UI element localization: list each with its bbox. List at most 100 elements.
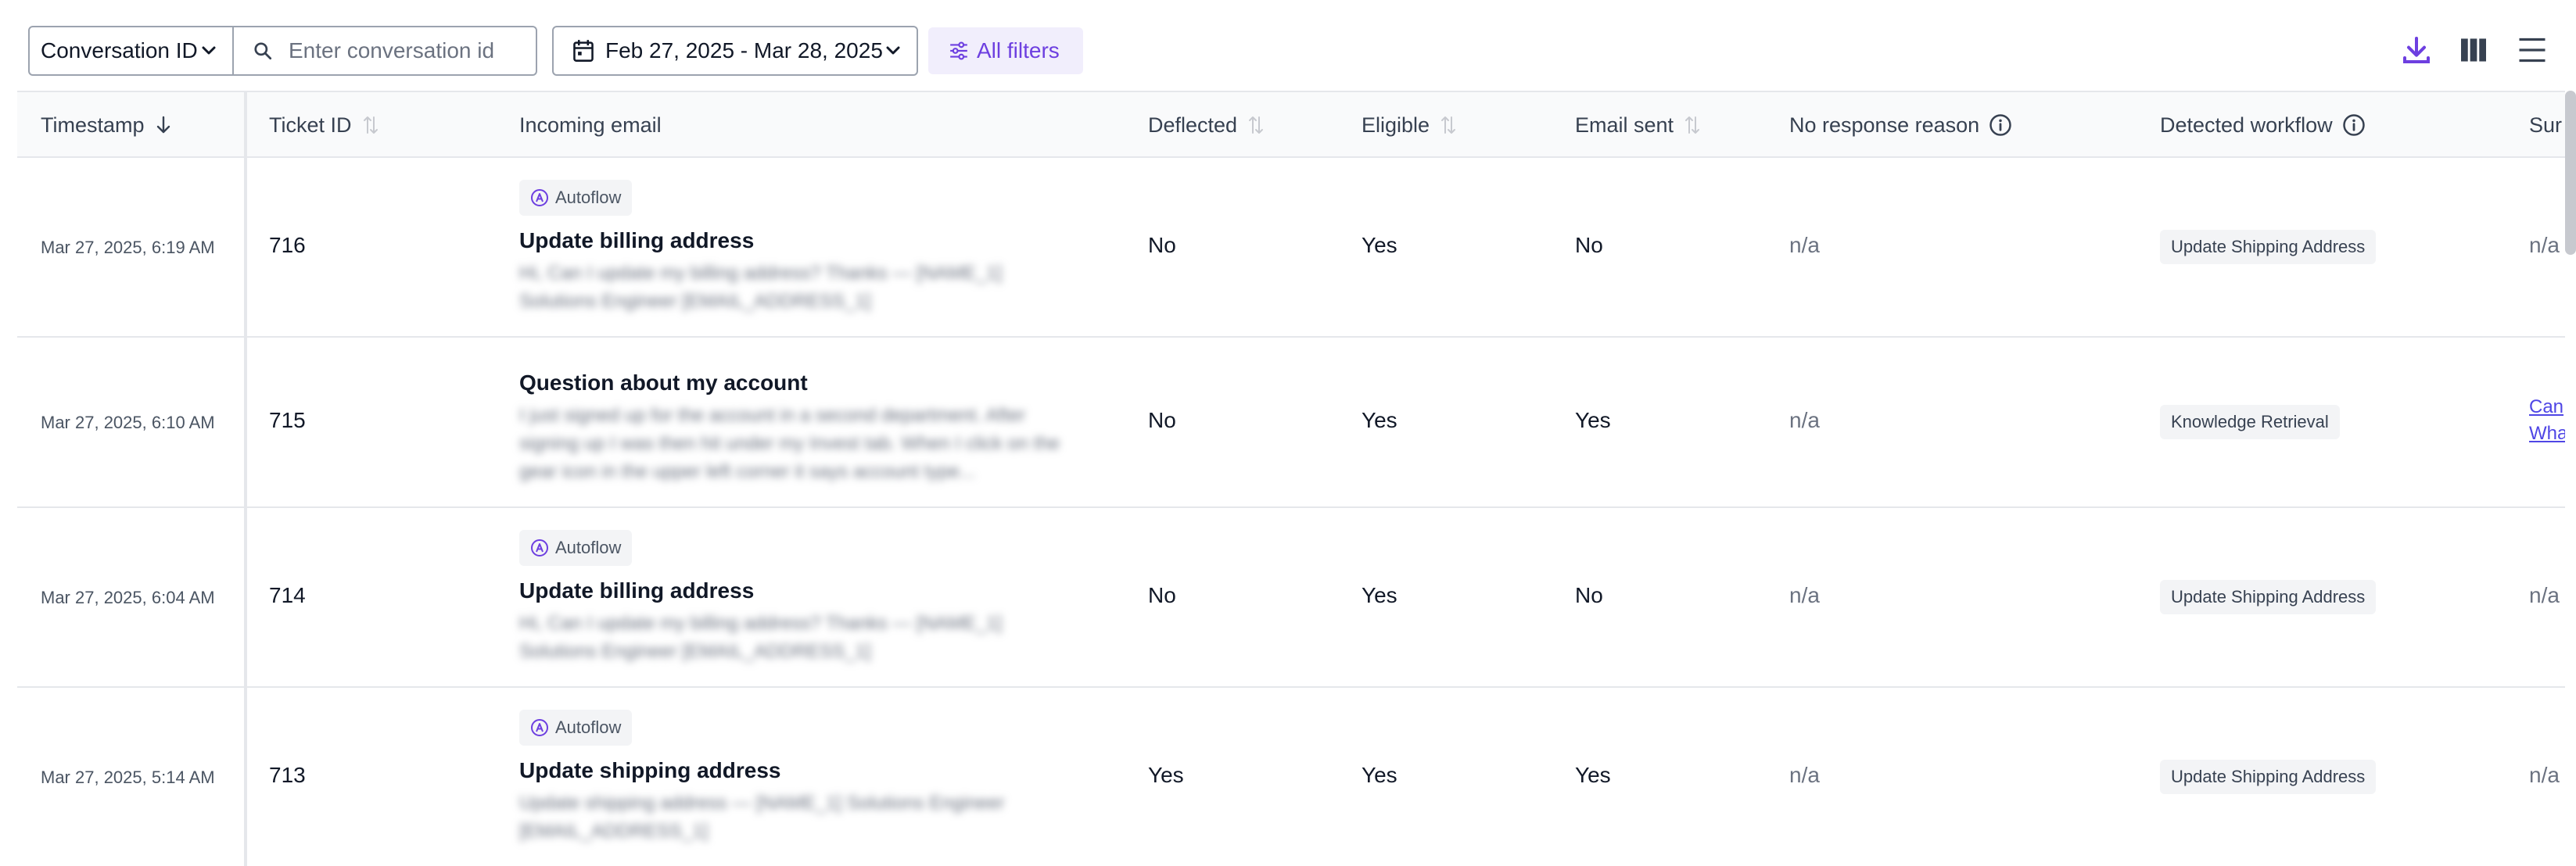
column-header-detected-workflow: Detected workflow (2160, 92, 2366, 158)
summary-link[interactable]: Can (2529, 394, 2565, 420)
email-preview: Update shipping address — [NAME_1] Solut… (519, 793, 1005, 842)
ticket-id-cell: 716 (269, 233, 306, 257)
incoming-email-cell: Autoflow Update shipping address Update … (519, 710, 1067, 846)
timestamp-cell: Mar 27, 2025, 6:04 AM (41, 588, 215, 607)
table-row[interactable]: Mar 27, 2025, 6:04 AM 714 Autoflow Updat… (17, 508, 2565, 688)
summary-cell: Can Wha (2529, 394, 2565, 447)
chevron-down-icon (886, 46, 900, 55)
filter-field-label: Conversation ID (41, 38, 198, 63)
detected-workflow-cell: Update Shipping Address (2160, 230, 2377, 264)
column-header-email-sent[interactable]: Email sent (1575, 92, 1702, 158)
summary-cell: n/a (2529, 583, 2560, 607)
deflected-cell: No (1148, 233, 1176, 257)
table-row[interactable]: Mar 27, 2025, 6:10 AM 715 Question about… (17, 338, 2565, 508)
deflected-cell: No (1148, 408, 1176, 432)
calendar-icon (573, 40, 594, 62)
column-header-no-response-reason: No response reason (1789, 92, 2012, 158)
autoflow-tag: Autoflow (519, 180, 633, 216)
table-header: Timestamp Ticket ID Incoming email Defle… (17, 91, 2565, 158)
email-subject: Update billing address (519, 228, 755, 252)
sort-icon (1685, 116, 1700, 134)
email-subject: Update billing address (519, 578, 755, 603)
autoflow-tag: Autoflow (519, 530, 633, 566)
workflow-badge: Knowledge Retrieval (2160, 405, 2340, 439)
deflected-cell: Yes (1148, 763, 1184, 787)
eligible-cell: Yes (1362, 583, 1397, 607)
download-button[interactable] (2398, 31, 2435, 69)
summary-link[interactable]: Wha (2529, 420, 2565, 447)
sort-icon (1441, 116, 1456, 134)
email-subject: Question about my account (519, 370, 808, 395)
hamburger-menu-icon (2519, 38, 2546, 63)
vertical-scrollbar[interactable] (2565, 91, 2576, 255)
column-header-summary: Sur (2529, 113, 2563, 137)
eligible-cell: Yes (1362, 233, 1397, 257)
all-filters-button[interactable]: All filters (928, 27, 1083, 74)
info-icon[interactable] (2342, 113, 2366, 137)
ticket-id-cell: 715 (269, 408, 306, 432)
detected-workflow-cell: Knowledge Retrieval (2160, 405, 2340, 439)
detected-workflow-cell: Update Shipping Address (2160, 580, 2377, 614)
timestamp-cell: Mar 27, 2025, 6:10 AM (41, 413, 215, 432)
column-header-eligible[interactable]: Eligible (1362, 92, 1458, 158)
conversations-table: Timestamp Ticket ID Incoming email Defle… (17, 91, 2565, 866)
filter-field-select[interactable]: Conversation ID (28, 26, 234, 76)
columns-icon (2461, 38, 2486, 62)
incoming-email-cell: Autoflow Update billing address Hi, Can … (519, 530, 1067, 666)
no-response-reason-cell: n/a (1789, 763, 1820, 787)
download-icon (2403, 37, 2430, 63)
workflow-badge: Update Shipping Address (2160, 760, 2377, 794)
email-sent-cell: Yes (1575, 408, 1611, 432)
timestamp-cell: Mar 27, 2025, 6:19 AM (41, 238, 215, 257)
columns-button[interactable] (2455, 31, 2492, 69)
email-preview: I just signed up for the account in a se… (519, 405, 1060, 482)
no-response-reason-cell: n/a (1789, 408, 1820, 432)
detected-workflow-cell: Update Shipping Address (2160, 760, 2377, 794)
column-header-incoming-email: Incoming email (519, 113, 662, 137)
info-icon[interactable] (1989, 113, 2012, 137)
search-box (232, 26, 537, 76)
workflow-badge: Update Shipping Address (2160, 230, 2377, 264)
eligible-cell: Yes (1362, 408, 1397, 432)
email-subject: Update shipping address (519, 758, 781, 782)
autoflow-tag: Autoflow (519, 710, 633, 746)
sort-icon (363, 116, 378, 134)
summary-cell: n/a (2529, 763, 2560, 787)
date-range-label: Feb 27, 2025 - Mar 28, 2025 (605, 38, 883, 63)
column-header-timestamp[interactable]: Timestamp (41, 92, 173, 158)
arrow-down-icon (156, 116, 170, 134)
email-sent-cell: No (1575, 583, 1603, 607)
column-header-ticket-id[interactable]: Ticket ID (269, 92, 380, 158)
email-preview: Hi, Can I update my billing address? Tha… (519, 613, 1003, 662)
ticket-id-cell: 713 (269, 763, 306, 787)
autoflow-icon (531, 539, 548, 556)
incoming-email-cell: Question about my account I just signed … (519, 370, 1067, 486)
workflow-badge: Update Shipping Address (2160, 580, 2377, 614)
deflected-cell: No (1148, 583, 1176, 607)
column-header-deflected[interactable]: Deflected (1148, 92, 1265, 158)
incoming-email-cell: Autoflow Update billing address Hi, Can … (519, 180, 1067, 316)
toolbar: Conversation ID Feb 27, 2025 - Mar 28, 2… (0, 0, 2576, 91)
search-icon (254, 42, 272, 60)
all-filters-label: All filters (977, 38, 1060, 63)
autoflow-icon (531, 189, 548, 206)
summary-cell: n/a (2529, 233, 2560, 257)
conversation-id-input[interactable] (289, 38, 523, 63)
ticket-id-cell: 714 (269, 583, 306, 607)
sticky-column-divider (244, 91, 247, 866)
timestamp-cell: Mar 27, 2025, 5:14 AM (41, 768, 215, 787)
no-response-reason-cell: n/a (1789, 583, 1820, 607)
table-row[interactable]: Mar 27, 2025, 5:14 AM 713 Autoflow Updat… (17, 688, 2565, 866)
autoflow-icon (531, 719, 548, 736)
email-sent-cell: Yes (1575, 763, 1611, 787)
eligible-cell: Yes (1362, 763, 1397, 787)
no-response-reason-cell: n/a (1789, 233, 1820, 257)
menu-button[interactable] (2513, 31, 2551, 69)
email-sent-cell: No (1575, 233, 1603, 257)
email-preview: Hi, Can I update my billing address? Tha… (519, 263, 1003, 312)
chevron-down-icon (202, 46, 216, 55)
table-row[interactable]: Mar 27, 2025, 6:19 AM 716 Autoflow Updat… (17, 158, 2565, 338)
date-range-picker[interactable]: Feb 27, 2025 - Mar 28, 2025 (552, 26, 918, 76)
sliders-icon (950, 41, 967, 60)
sort-icon (1249, 116, 1264, 134)
